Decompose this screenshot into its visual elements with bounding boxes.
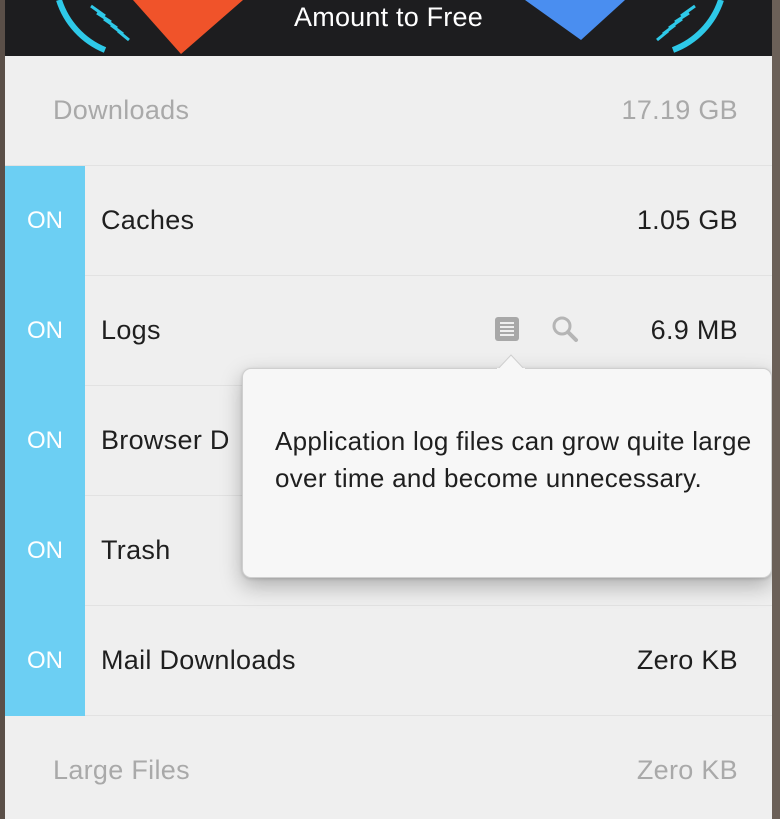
toggle-logs[interactable]: ON xyxy=(5,276,85,386)
row-label: Logs xyxy=(101,315,161,345)
row-size: 1.05 GB xyxy=(636,205,738,235)
window-right-edge xyxy=(772,0,780,819)
toggle-caches[interactable]: ON xyxy=(5,166,85,276)
row-size: Zero KB xyxy=(636,755,738,785)
app-window: Amount to Free Downloads 17.19 GB ON Cac… xyxy=(5,0,772,819)
tooltip-text: Application log files can grow quite lar… xyxy=(275,426,752,493)
row-label: Caches xyxy=(101,205,195,235)
toggle-trash[interactable]: ON xyxy=(5,496,85,606)
row-label: Browser D xyxy=(101,425,230,455)
document-list-icon[interactable] xyxy=(492,314,522,344)
row-size: 17.19 GB xyxy=(621,95,738,125)
row-label: Downloads xyxy=(53,95,190,125)
row-size: Zero KB xyxy=(636,645,738,675)
row-caches[interactable]: ON Caches 1.05 GB xyxy=(5,166,772,276)
tooltip-arrow xyxy=(497,354,525,370)
magnify-icon[interactable] xyxy=(550,314,580,344)
toggle-browser-data[interactable]: ON xyxy=(5,386,85,496)
header-title: Amount to Free xyxy=(294,2,483,32)
toggle-mail-downloads[interactable]: ON xyxy=(5,606,85,716)
row-label: Mail Downloads xyxy=(101,645,296,675)
row-large-files[interactable]: Large Files Zero KB xyxy=(5,716,772,819)
row-label: Large Files xyxy=(53,755,190,785)
header-bar: Amount to Free xyxy=(5,0,772,56)
row-mail-downloads[interactable]: ON Mail Downloads Zero KB xyxy=(5,606,772,716)
row-label: Trash xyxy=(101,535,171,565)
info-tooltip: Application log files can grow quite lar… xyxy=(242,354,772,578)
row-downloads[interactable]: Downloads 17.19 GB xyxy=(5,56,772,166)
